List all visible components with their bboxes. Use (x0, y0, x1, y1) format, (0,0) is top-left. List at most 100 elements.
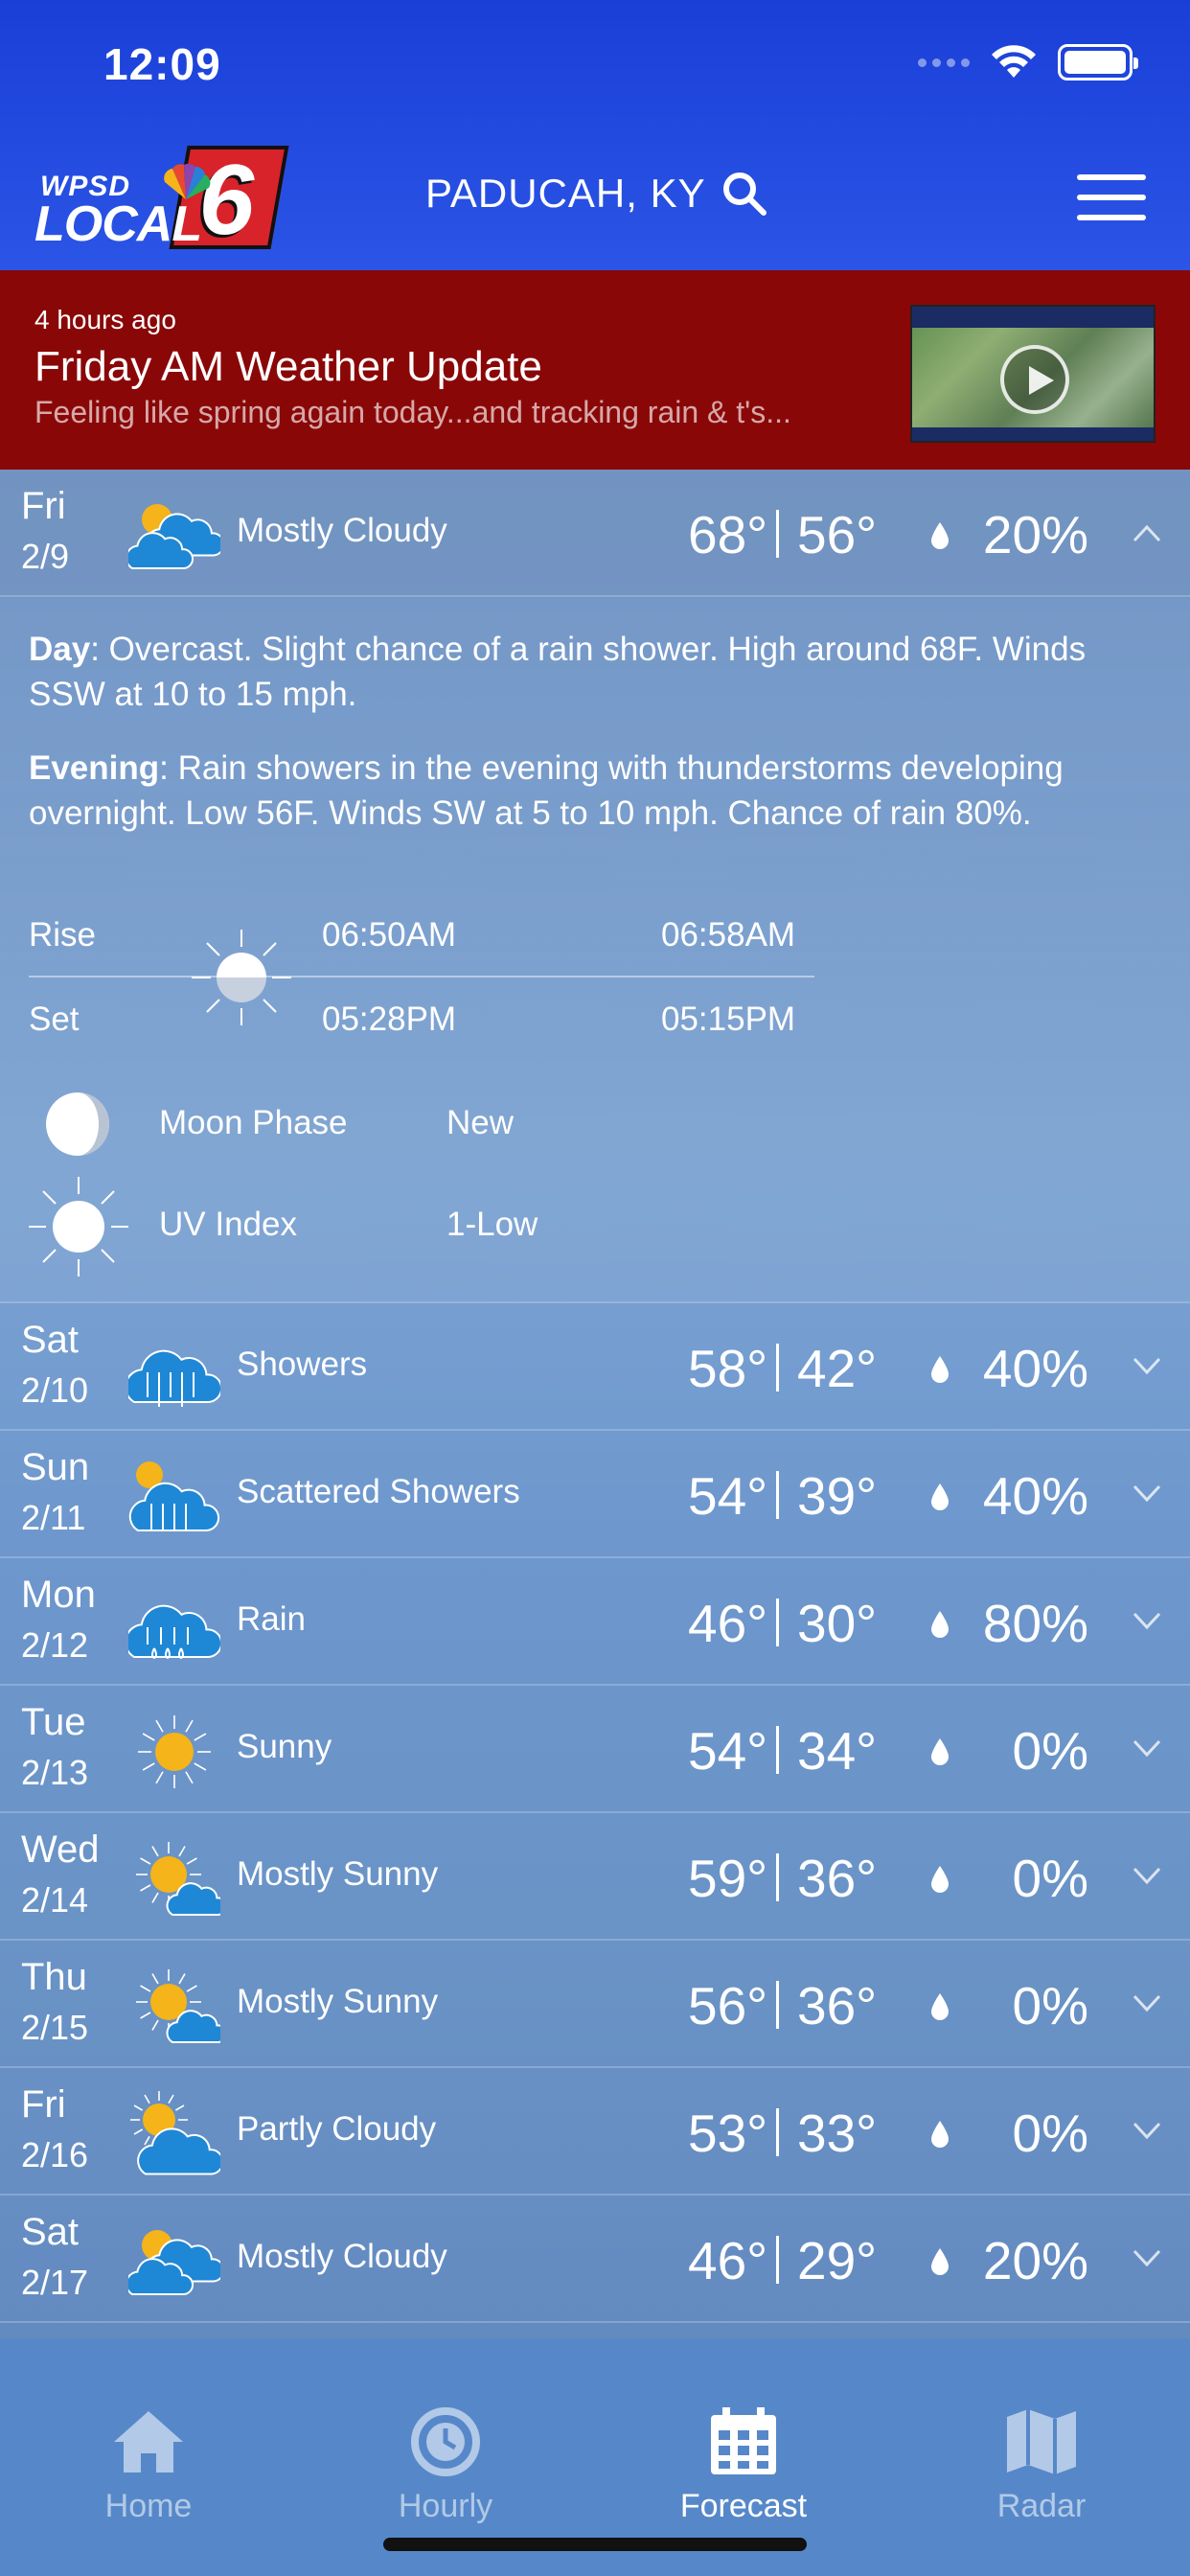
condition-text: Showers (237, 1346, 368, 1383)
news-subtitle: Feeling like spring again today...and tr… (34, 395, 791, 429)
precip-chance: 80% (982, 1594, 1088, 1653)
moon-phase-icon (46, 1092, 109, 1156)
sunset-time: 05:28PM (322, 1000, 457, 1038)
chevron-down-icon[interactable] (1129, 1475, 1165, 1511)
home-indicator (383, 2538, 807, 2551)
chevron-down-icon[interactable] (1129, 1857, 1165, 1894)
temp-divider (776, 1726, 779, 1774)
forecast-day-row[interactable]: Sun 2/11 Scattered Showers 54° 39° 40% (0, 1431, 1190, 1558)
temp-divider (776, 510, 779, 558)
precip-chance: 40% (982, 1466, 1088, 1526)
moon-phase-value: New (446, 1104, 515, 1141)
forecast-day-row[interactable]: Sat 2/10 Showers 58° 42° 40% (0, 1303, 1190, 1431)
raindrop-icon (931, 522, 949, 549)
day-date: 2/16 (21, 2135, 89, 2174)
high-temp: 58° (688, 1339, 768, 1398)
raindrop-icon (931, 1356, 949, 1383)
scattered-showers-icon (128, 1461, 219, 1531)
chevron-down-icon[interactable] (1129, 1985, 1165, 2021)
raindrop-icon (931, 1993, 949, 2020)
news-time: 4 hours ago (34, 305, 176, 334)
condition-text: Sunny (237, 1728, 332, 1765)
map-icon (1007, 2409, 1076, 2474)
news-title: Friday AM Weather Update (34, 343, 542, 390)
raindrop-icon (931, 1738, 949, 1765)
condition-text: Mostly Sunny (237, 1983, 439, 2020)
precip-chance: 40% (982, 1339, 1088, 1398)
day-date: 2/14 (21, 1880, 89, 1920)
temp-divider (776, 1344, 779, 1392)
day-name: Fri (21, 485, 66, 527)
chevron-up-icon[interactable] (1129, 514, 1165, 550)
hamburger-menu-icon[interactable] (1077, 174, 1146, 220)
app-header: 12:09 6 WPSD LOCAL PADUCAH, KY (0, 0, 1190, 270)
low-temp: 29° (797, 2231, 878, 2290)
sun-moon-divider (29, 976, 814, 978)
low-temp: 39° (797, 1466, 878, 1526)
moonset-time: 05:15PM (661, 1000, 796, 1038)
moonrise-time: 06:58AM (661, 916, 796, 954)
day-name: Sun (21, 1446, 90, 1488)
chevron-down-icon[interactable] (1129, 2240, 1165, 2276)
chevron-down-icon[interactable] (1129, 1730, 1165, 1766)
set-label: Set (29, 1000, 80, 1038)
day-date: 2/15 (21, 2008, 89, 2047)
search-icon[interactable] (721, 171, 767, 217)
high-temp: 54° (688, 1721, 768, 1781)
raindrop-icon (931, 1866, 949, 1893)
weather-video-banner[interactable]: 4 hours ago Friday AM Weather Update Fee… (0, 270, 1190, 470)
condition-text: Scattered Showers (237, 1473, 520, 1510)
forecast-day-row[interactable]: Thu 2/15 Mostly Sunny 56° 36° 0% (0, 1941, 1190, 2068)
high-temp: 46° (688, 2231, 768, 2290)
forecast-day-row[interactable]: Mon 2/12 Rain 46° 30° 80% (0, 1558, 1190, 1686)
day-date: 2/9 (21, 537, 70, 576)
status-time: 12:09 (103, 39, 221, 89)
moon-rise-set-icon (572, 941, 606, 1008)
chevron-down-icon[interactable] (1129, 1602, 1165, 1639)
battery-icon (1058, 44, 1138, 80)
forecast-day-row[interactable]: Wed 2/14 Mostly Sunny 59° 36° 0% (0, 1813, 1190, 1941)
tab-radar[interactable]: Radar (893, 2338, 1190, 2530)
high-temp: 56° (688, 1976, 768, 2036)
precip-chance: 0% (1012, 1721, 1089, 1781)
tab-forecast[interactable]: Forecast (595, 2338, 892, 2530)
forecast-day-row[interactable]: Tue 2/13 Sunny 54° 34° 0% (0, 1686, 1190, 1813)
day-date: 2/12 (21, 1625, 89, 1665)
showers-icon (128, 1349, 220, 1407)
day-name: Tue (21, 1701, 86, 1743)
play-icon[interactable] (1000, 345, 1069, 414)
day-name: Fri (21, 2083, 66, 2126)
raindrop-icon (931, 2121, 949, 2148)
precip-chance: 20% (982, 505, 1088, 564)
uv-index-value: 1-Low (446, 1206, 538, 1243)
day-date: 2/17 (21, 2263, 89, 2302)
forecast-day-row[interactable]: Sat 2/17 Mostly Cloudy 46° 29° 20% (0, 2196, 1190, 2323)
station-logo[interactable]: 6 WPSD LOCAL (34, 145, 289, 256)
condition-text: Partly Cloudy (237, 2110, 437, 2148)
precip-chance: 0% (1012, 1976, 1089, 2036)
low-temp: 30° (797, 1594, 878, 1653)
raindrop-icon (931, 1611, 949, 1638)
condition-text: Mostly Cloudy (237, 2238, 447, 2275)
day-date: 2/10 (21, 1370, 89, 1410)
evening-description: Evening: Rain showers in the evening wit… (29, 749, 1064, 832)
rise-label: Rise (29, 916, 97, 954)
mostly-sunny-icon (136, 1969, 220, 2043)
wifi-icon (992, 45, 1036, 78)
location-selector[interactable]: PADUCAH, KY (425, 171, 767, 217)
day-name: Sat (21, 1319, 80, 1361)
low-temp: 42° (797, 1339, 878, 1398)
precip-chance: 0% (1012, 1849, 1089, 1908)
forecast-day-row[interactable]: Fri 2/9 Mostly Cloudy 68° 56° 20% (0, 470, 1190, 597)
chevron-down-icon[interactable] (1129, 1347, 1165, 1384)
day-name: Sat (21, 2211, 80, 2253)
temp-divider (776, 1471, 779, 1519)
mostly-sunny-icon (136, 1842, 220, 1916)
tab-hourly[interactable]: Hourly (297, 2338, 594, 2530)
chevron-down-icon[interactable] (1129, 2112, 1165, 2149)
temp-divider (776, 1598, 779, 1646)
high-temp: 46° (688, 1594, 768, 1653)
video-thumbnail[interactable] (910, 305, 1156, 443)
forecast-day-row[interactable]: Fri 2/16 Partly Cloudy 53° 33° 0% (0, 2068, 1190, 2196)
tab-home[interactable]: Home (0, 2338, 297, 2530)
